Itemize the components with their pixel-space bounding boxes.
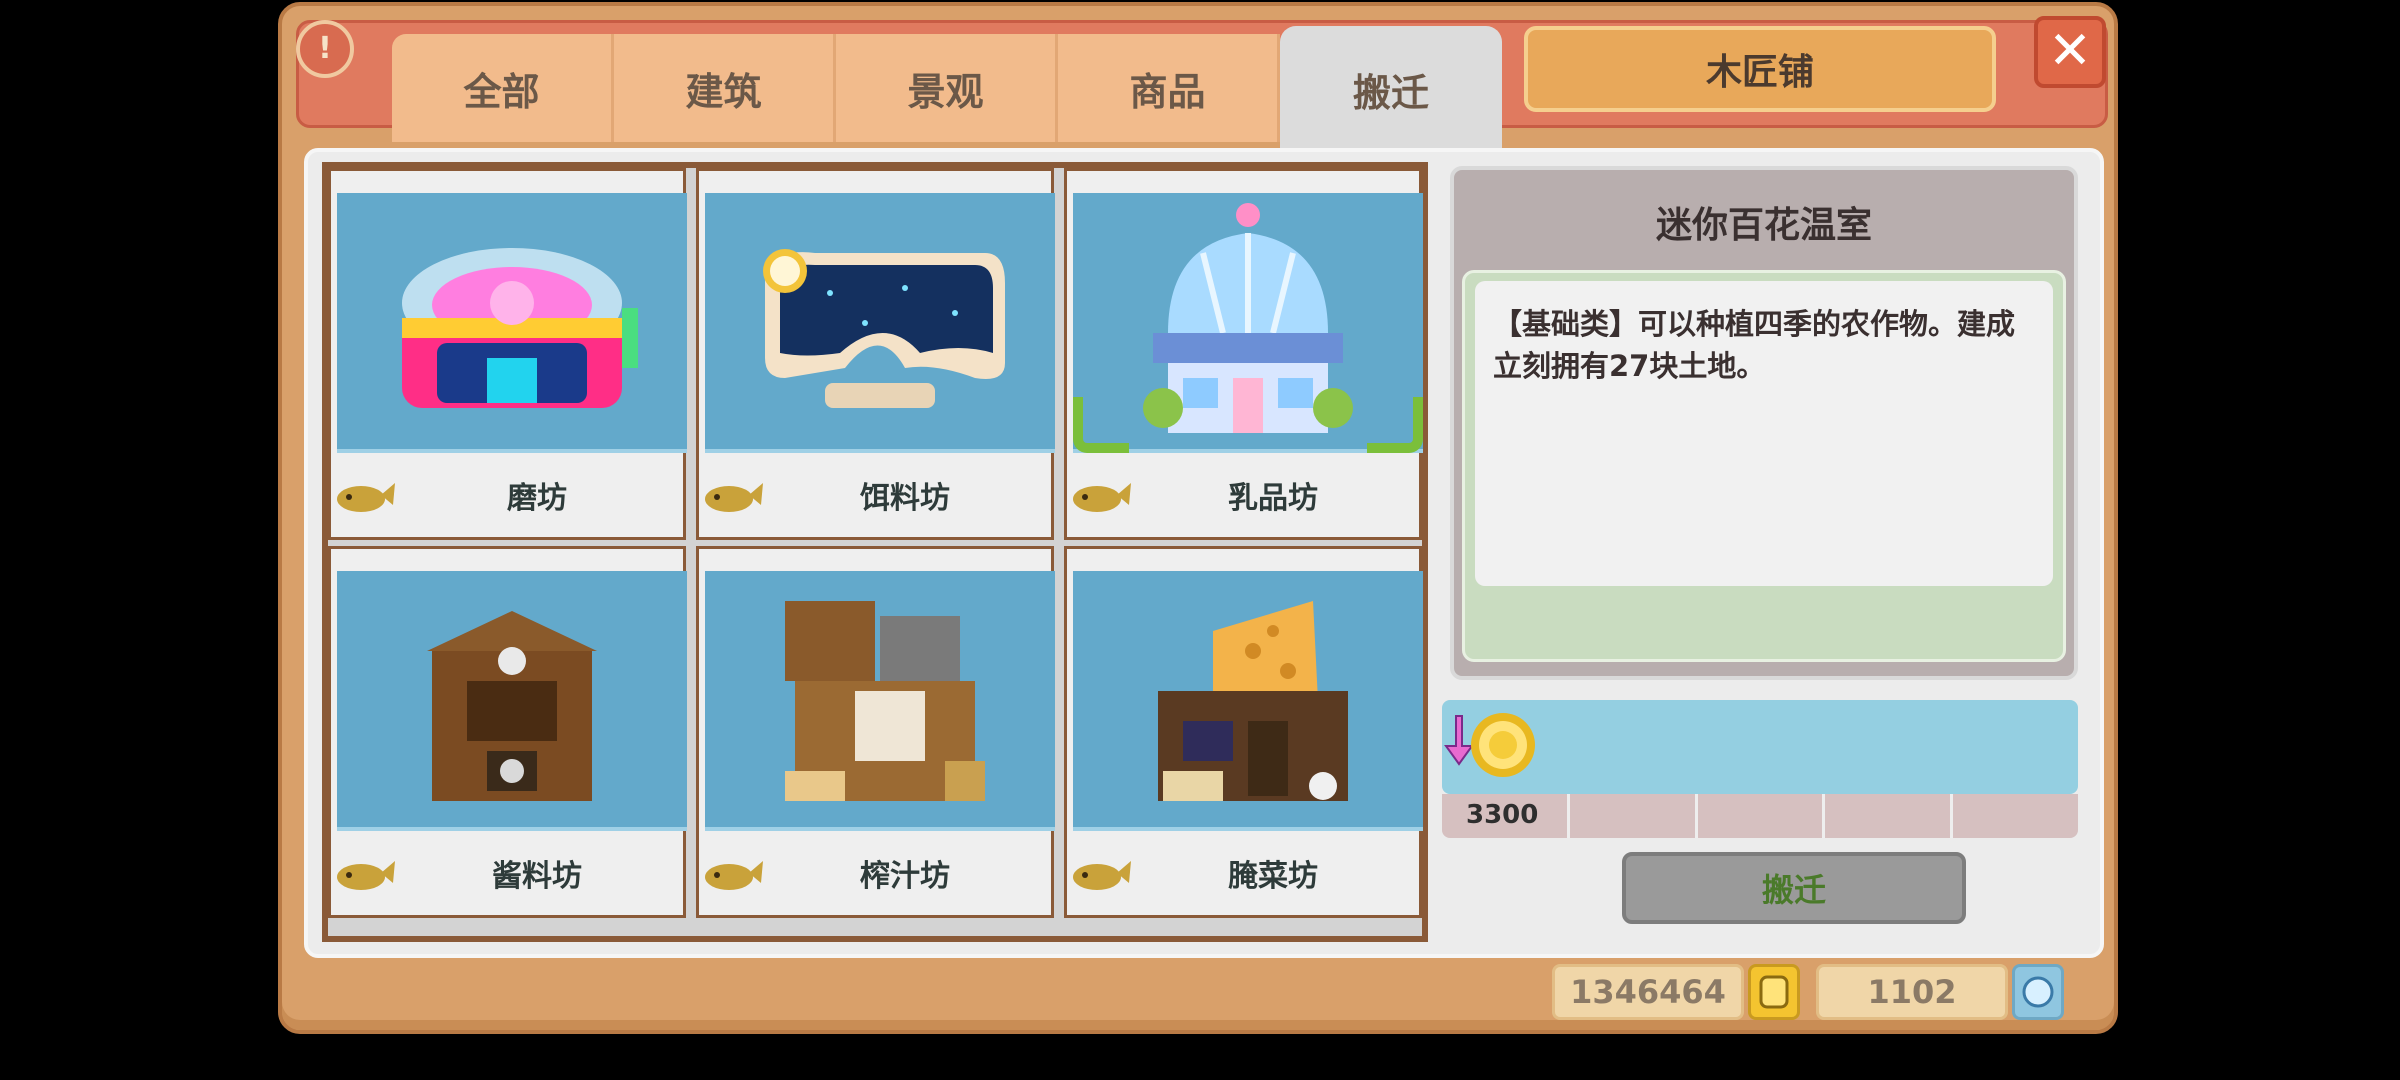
whale-currency-icon <box>337 483 395 512</box>
item-name: 腌菜坊 <box>1228 859 1318 894</box>
item-card[interactable]: 腌菜坊 <box>1064 546 1423 918</box>
tab-relocate[interactable]: 搬迁 <box>1280 26 1502 152</box>
item-grid: 磨坊 饵料坊 乳品坊 酱料坊 榨汁坊 腌菜坊 <box>322 162 1428 942</box>
item-name: 榨汁坊 <box>860 859 950 894</box>
selected-corner-right <box>1367 397 1423 453</box>
item-name: 饵料坊 <box>860 481 950 516</box>
detail-description: 【基础类】可以种植四季的农作物。建成立刻拥有27块土地。 <box>1475 281 2053 586</box>
item-card-selected[interactable]: 乳品坊 <box>1064 168 1423 540</box>
tab-buildings[interactable]: 建筑 <box>614 34 836 142</box>
item-card[interactable]: 饵料坊 <box>696 168 1055 540</box>
item-name: 酱料坊 <box>492 859 582 894</box>
item-name-row: 饵料坊 <box>699 465 1051 525</box>
category-tabs: 全部 建筑 景观 商品 搬迁 <box>392 26 1522 152</box>
cost-slot <box>1698 794 1826 838</box>
shop-title: 木匠铺 <box>1524 26 1996 112</box>
whale-currency-icon <box>705 483 763 512</box>
whale-currency-icon <box>1073 483 1131 512</box>
item-name: 乳品坊 <box>1228 481 1318 516</box>
pickle-workshop-icon <box>1073 571 1423 831</box>
gem-icon[interactable] <box>2012 964 2064 1020</box>
item-card[interactable]: 酱料坊 <box>328 546 687 918</box>
cost-slot <box>1825 794 1954 838</box>
item-name-row: 腌菜坊 <box>1067 843 1419 903</box>
whale-currency-icon <box>1073 861 1131 890</box>
juice-workshop-icon <box>705 571 1055 831</box>
detail-panel: 迷你百花温室 【基础类】可以种植四季的农作物。建成立刻拥有27块土地。 <box>1450 166 2078 680</box>
item-name-row: 榨汁坊 <box>699 843 1051 903</box>
item-name-row: 乳品坊 <box>1067 465 1419 525</box>
content-area: 磨坊 饵料坊 乳品坊 酱料坊 榨汁坊 腌菜坊 迷你百花温室 【基础类】可以种植四… <box>304 148 2104 958</box>
selected-corner-left <box>1073 397 1129 453</box>
detail-title: 迷你百花温室 <box>1655 205 1872 246</box>
cost-slot <box>1953 794 2078 838</box>
detail-body: 【基础类】可以种植四季的农作物。建成立刻拥有27块土地。 <box>1462 270 2066 662</box>
tab-landscape[interactable]: 景观 <box>836 34 1058 142</box>
tab-goods[interactable]: 商品 <box>1058 34 1280 142</box>
item-name-row: 酱料坊 <box>331 843 683 903</box>
tab-all[interactable]: 全部 <box>392 34 614 142</box>
gem-amount: 1102 <box>1816 964 2008 1020</box>
relocate-button[interactable]: 搬迁 <box>1622 852 1966 924</box>
sauce-workshop-icon <box>337 571 687 831</box>
cost-value: 3300 <box>1466 800 1539 830</box>
pig-dome-building-icon <box>337 193 687 453</box>
shop-panel: ! 全部 建筑 景观 商品 搬迁 木匠铺 ✕ 磨坊 饵料坊 乳品坊 酱料坊 榨汁… <box>278 2 2118 1034</box>
whale-currency-icon <box>705 861 763 890</box>
cost-slot <box>1570 794 1698 838</box>
alert-icon[interactable]: ! <box>296 20 354 78</box>
greenhouse-dome-icon <box>1073 193 1423 453</box>
item-card[interactable]: 榨汁坊 <box>696 546 1055 918</box>
gold-amount: 1346464 <box>1552 964 1744 1020</box>
item-card[interactable]: 磨坊 <box>328 168 687 540</box>
item-name-row: 磨坊 <box>331 465 683 525</box>
whale-currency-icon <box>337 861 395 890</box>
item-name: 磨坊 <box>507 481 567 516</box>
cost-bar <box>1442 700 2078 794</box>
close-button[interactable]: ✕ <box>2034 16 2106 88</box>
night-pool-alarm-clock-icon <box>705 193 1055 453</box>
gold-coin-icon <box>1471 713 1535 777</box>
gold-coin-icon[interactable] <box>1748 964 1800 1020</box>
